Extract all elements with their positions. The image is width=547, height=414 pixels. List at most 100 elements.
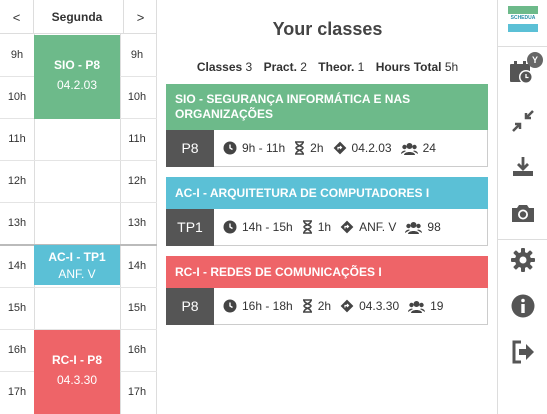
class-details: P8 16h - 18h 2h 04.3.30 19 xyxy=(166,287,488,325)
gear-icon xyxy=(511,248,535,272)
stat-value: 5h xyxy=(444,60,459,74)
logout-button[interactable] xyxy=(498,332,547,372)
class-type: P8 xyxy=(166,129,214,167)
block-title: RC-I - P8 xyxy=(51,353,102,367)
info-icon xyxy=(511,294,535,318)
next-day-button[interactable]: > xyxy=(123,0,157,34)
students-value: 24 xyxy=(422,141,436,155)
class-type: TP1 xyxy=(166,208,214,246)
hour-label: 12h xyxy=(127,175,147,187)
schedule-block-sio[interactable]: SIO - P8 04.2.03 xyxy=(34,35,120,119)
class-duration: 2h xyxy=(294,141,324,155)
duration-value: 2h xyxy=(310,141,324,155)
block-room: 04.2.03 xyxy=(56,78,98,92)
class-students: 98 xyxy=(405,220,441,234)
class-name: AC-I - ARQUITETURA DE COMPUTADORES I xyxy=(166,177,488,209)
grid-row-line xyxy=(0,160,157,161)
schedule-block-aci[interactable]: AC-I - TP1 ANF. V xyxy=(34,245,120,285)
toolbar: SCHEDUA Y xyxy=(497,0,547,414)
logout-icon xyxy=(512,340,534,364)
schedule-block-rci[interactable]: RC-I - P8 04.3.30 xyxy=(34,330,120,414)
duration-value: 1h xyxy=(317,220,332,234)
directions-icon xyxy=(333,141,346,155)
hour-label: 10h xyxy=(7,91,27,103)
hour-label: 15h xyxy=(7,302,27,314)
day-label: Segunda xyxy=(51,10,103,24)
download-button[interactable] xyxy=(498,146,547,186)
room-value: ANF. V xyxy=(359,220,397,234)
class-duration: 1h xyxy=(302,220,331,234)
hourglass-icon xyxy=(302,299,312,313)
clock-icon xyxy=(223,299,237,313)
time-value: 16h - 18h xyxy=(242,299,293,313)
hour-label: 15h xyxy=(127,302,147,314)
clock-icon xyxy=(223,220,237,234)
toolbar-divider xyxy=(498,46,547,47)
stat-label: Classes xyxy=(196,60,243,74)
shrink-arrows-icon xyxy=(512,110,534,132)
directions-icon xyxy=(340,220,354,234)
hour-label: 14h xyxy=(7,260,27,272)
logo-text: SCHEDUA xyxy=(510,15,536,21)
block-title: SIO - P8 xyxy=(53,58,100,72)
shrink-button[interactable] xyxy=(498,101,547,141)
class-card-sio[interactable]: SIO - SEGURANÇA INFORMÁTICA E NAS ORGANI… xyxy=(166,84,488,167)
class-time: 14h - 15h xyxy=(223,220,293,234)
class-time: 16h - 18h xyxy=(223,299,293,313)
users-icon xyxy=(408,300,426,313)
hour-label: 9h xyxy=(10,49,24,61)
grid-row-line xyxy=(0,287,157,288)
block-room: 04.3.30 xyxy=(56,373,98,387)
class-details: P8 9h - 11h 2h 04.2.03 24 xyxy=(166,129,488,167)
class-type: P8 xyxy=(166,287,214,325)
hourglass-icon xyxy=(295,141,305,155)
users-icon xyxy=(400,142,418,155)
stat-value: 1 xyxy=(357,60,365,74)
block-room: ANF. V xyxy=(58,267,96,281)
hour-label: 16h xyxy=(127,344,147,356)
class-room: 04.3.30 xyxy=(340,299,399,313)
classes-panel: Your classes Classes 3 Pract. 2 Theor. 1… xyxy=(158,0,497,414)
screenshot-button[interactable] xyxy=(498,193,547,233)
previous-day-button[interactable]: < xyxy=(0,0,34,34)
directions-icon xyxy=(340,299,354,313)
hour-label: 11h xyxy=(8,133,26,145)
download-icon xyxy=(513,157,533,176)
time-value: 14h - 15h xyxy=(242,220,293,234)
class-room: ANF. V xyxy=(340,220,396,234)
hour-label: 17h xyxy=(7,386,27,398)
class-card-rci[interactable]: RC-I - REDES DE COMUNICAÇÕES I P8 16h - … xyxy=(166,256,488,325)
stat-value: 2 xyxy=(300,60,307,74)
stat-label: Theor. xyxy=(318,60,355,74)
duration-value: 2h xyxy=(317,299,332,313)
class-students: 24 xyxy=(400,141,436,155)
class-card-aci[interactable]: AC-I - ARQUITETURA DE COMPUTADORES I TP1… xyxy=(166,177,488,246)
class-name: SIO - SEGURANÇA INFORMÁTICA E NAS ORGANI… xyxy=(166,84,488,130)
schedule-header: < Segunda > xyxy=(0,0,157,34)
stat-label: Pract. xyxy=(263,60,297,74)
room-value: 04.3.30 xyxy=(359,299,400,313)
info-button[interactable] xyxy=(498,286,547,326)
class-time: 9h - 11h xyxy=(223,141,285,155)
room-value: 04.2.03 xyxy=(351,141,392,155)
schedule-panel: < Segunda > 9h 10h 11h 12h 13h 14h 15h 1… xyxy=(0,0,157,414)
hour-label: 10h xyxy=(127,91,147,103)
block-title: AC-I - TP1 xyxy=(48,250,106,264)
app-logo[interactable]: SCHEDUA xyxy=(508,6,538,40)
class-name: RC-I - REDES DE COMUNICAÇÕES I xyxy=(166,256,488,288)
settings-button[interactable] xyxy=(498,240,547,280)
stat-label: Hours Total xyxy=(375,60,442,74)
hour-label: 13h xyxy=(7,217,27,229)
hour-label: 9h xyxy=(130,49,144,61)
hour-label: 14h xyxy=(127,260,147,272)
time-value: 9h - 11h xyxy=(242,141,286,155)
class-details: TP1 14h - 15h 1h ANF. V 98 xyxy=(166,208,488,246)
students-value: 98 xyxy=(427,220,441,234)
hour-label: 12h xyxy=(7,175,27,187)
notification-badge: Y xyxy=(527,52,543,68)
students-value: 19 xyxy=(430,299,444,313)
hour-label: 11h xyxy=(128,133,146,145)
clock-icon xyxy=(223,141,237,155)
hour-label: 13h xyxy=(127,217,147,229)
page-title: Your classes xyxy=(272,19,383,39)
